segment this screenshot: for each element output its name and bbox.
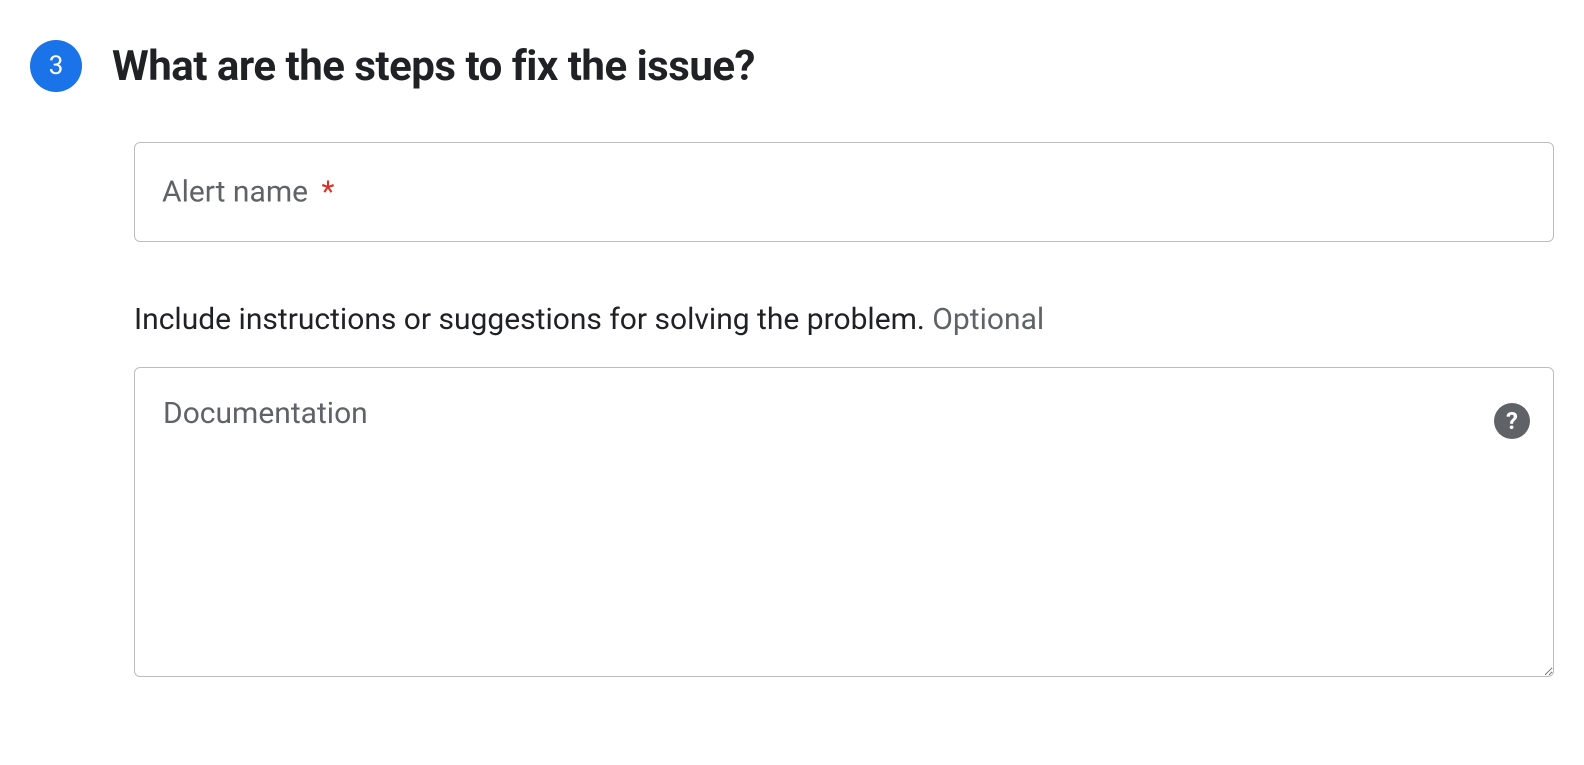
documentation-description-text: Include instructions or suggestions for …: [134, 302, 925, 337]
alert-name-field-wrapper: Alert name *: [134, 142, 1554, 242]
step-number-badge: 3: [30, 40, 82, 92]
documentation-field-wrapper: ?: [134, 367, 1554, 681]
help-icon[interactable]: ?: [1494, 403, 1530, 439]
optional-label: Optional: [932, 302, 1044, 337]
section-header: 3 What are the steps to fix the issue?: [30, 40, 1554, 92]
documentation-textarea[interactable]: [134, 367, 1554, 677]
documentation-description: Include instructions or suggestions for …: [134, 302, 1554, 337]
section-title: What are the steps to fix the issue?: [112, 42, 755, 91]
form-area: Alert name * Include instructions or sug…: [134, 142, 1554, 681]
alert-name-input[interactable]: [134, 142, 1554, 242]
